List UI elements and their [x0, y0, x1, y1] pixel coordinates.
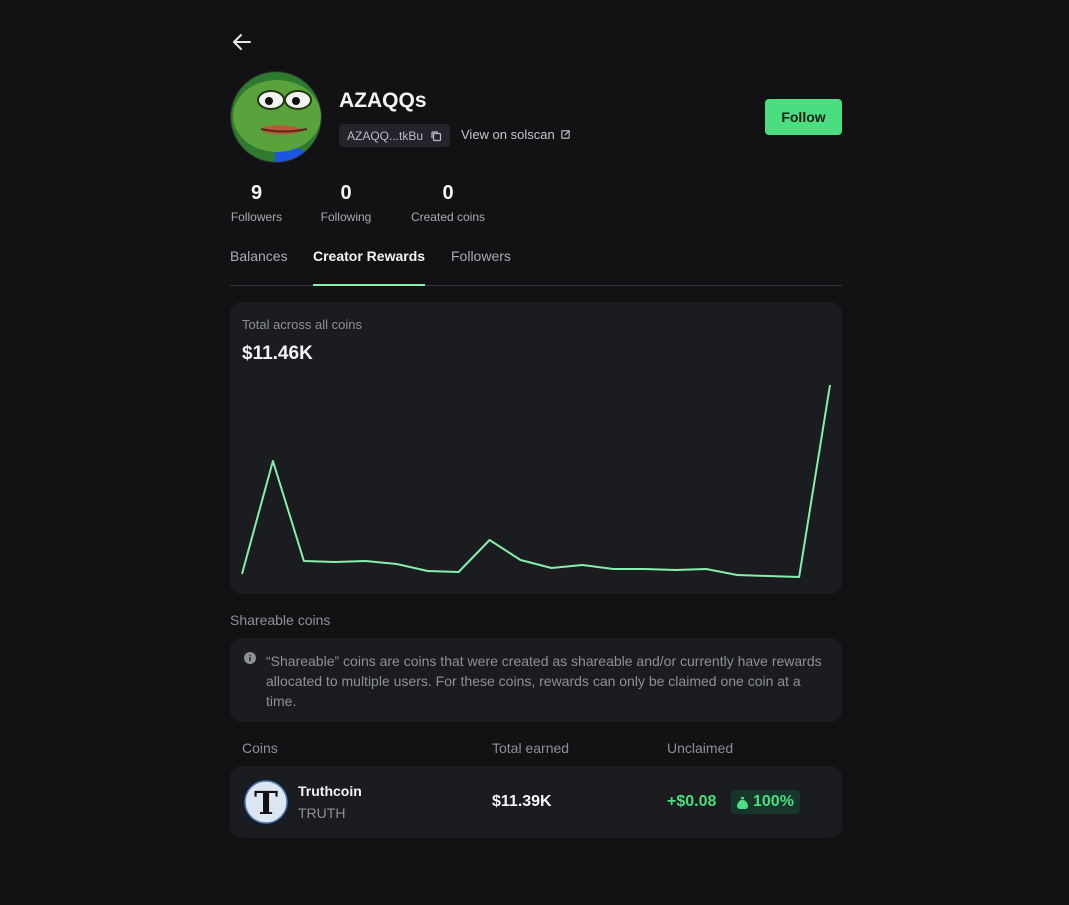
arrow-left-icon[interactable]	[230, 30, 254, 54]
tab-followers[interactable]: Followers	[451, 248, 511, 286]
chart-point[interactable]	[733, 571, 741, 579]
chart-point[interactable]	[547, 564, 555, 572]
coin-ticker: TRUTH	[298, 805, 346, 821]
stat-label: Followers	[230, 210, 283, 224]
external-link-icon	[561, 130, 570, 139]
wallet-address-chip[interactable]: AZAQQ...tkBu	[339, 124, 451, 147]
table-row[interactable]: T Truthcoin TRUTH $11.39K +$0.08 100%	[230, 766, 842, 838]
column-header-unclaimed: Unclaimed	[667, 740, 734, 756]
stat-followers[interactable]: 9 Followers	[230, 181, 283, 224]
column-header-coins: Coins	[242, 740, 278, 756]
username: AZAQQs	[339, 89, 427, 112]
stat-label: Created coins	[410, 210, 486, 224]
chart-point[interactable]	[393, 560, 401, 568]
claim-percent-badge[interactable]: 100%	[731, 790, 800, 814]
shareable-info-box: “Shareable” coins are coins that were cr…	[230, 638, 842, 722]
avatar	[230, 71, 322, 163]
chart-point[interactable]	[331, 558, 339, 566]
chart-point[interactable]	[702, 565, 710, 573]
coin-logo-letter: T	[254, 784, 278, 822]
info-icon	[244, 652, 256, 664]
tab-balances[interactable]: Balances	[230, 248, 288, 286]
chart-point[interactable]	[424, 567, 432, 575]
chart-total: $11.46K	[242, 343, 313, 364]
rewards-line-chart	[238, 381, 834, 581]
total-earned-value: $11.39K	[492, 793, 552, 810]
unclaimed-value: +$0.08	[667, 793, 717, 810]
claim-percent: 100%	[753, 793, 794, 810]
column-header-total-earned: Total earned	[492, 740, 570, 756]
chart-point[interactable]	[764, 572, 772, 580]
wallet-address: AZAQQ...tkBu	[347, 128, 424, 143]
view-on-solscan-link[interactable]: View on solscan	[461, 127, 571, 142]
stat-value: 0	[442, 182, 454, 204]
chart-point[interactable]	[609, 565, 617, 573]
stat-label: Following	[320, 210, 372, 224]
stat-following[interactable]: 0 Following	[319, 181, 373, 224]
chart-point[interactable]	[826, 381, 834, 389]
chart-point[interactable]	[671, 566, 679, 574]
chart-point[interactable]	[486, 536, 494, 544]
stat-created-coins[interactable]: 0 Created coins	[408, 181, 488, 224]
chart-point[interactable]	[238, 570, 246, 578]
solscan-label: View on solscan	[461, 127, 555, 142]
shareable-coins-heading: Shareable coins	[230, 612, 331, 628]
chart-point[interactable]	[269, 457, 277, 465]
profile-tabs: Balances Creator Rewards Followers	[230, 248, 842, 286]
chart-point[interactable]	[640, 565, 648, 573]
shareable-info-text: “Shareable” coins are coins that were cr…	[266, 653, 822, 709]
money-bag-icon	[737, 796, 748, 809]
tab-creator-rewards[interactable]: Creator Rewards	[313, 248, 426, 286]
chart-point[interactable]	[362, 557, 370, 565]
follow-button[interactable]: Follow	[765, 99, 842, 135]
rewards-chart-card: Total across all coins $11.46K	[230, 302, 842, 594]
coin-name: Truthcoin	[298, 783, 362, 799]
chart-point[interactable]	[517, 556, 525, 564]
chart-point[interactable]	[455, 568, 463, 576]
stat-value: 9	[250, 182, 263, 204]
chart-caption: Total across all coins	[242, 317, 362, 332]
chart-point[interactable]	[300, 557, 308, 565]
chart-point[interactable]	[795, 573, 803, 581]
coin-logo: T	[242, 778, 290, 826]
copy-icon[interactable]	[430, 130, 442, 142]
chart-series-line	[241, 384, 831, 578]
chart-point[interactable]	[578, 561, 586, 569]
stat-value: 0	[340, 182, 352, 204]
